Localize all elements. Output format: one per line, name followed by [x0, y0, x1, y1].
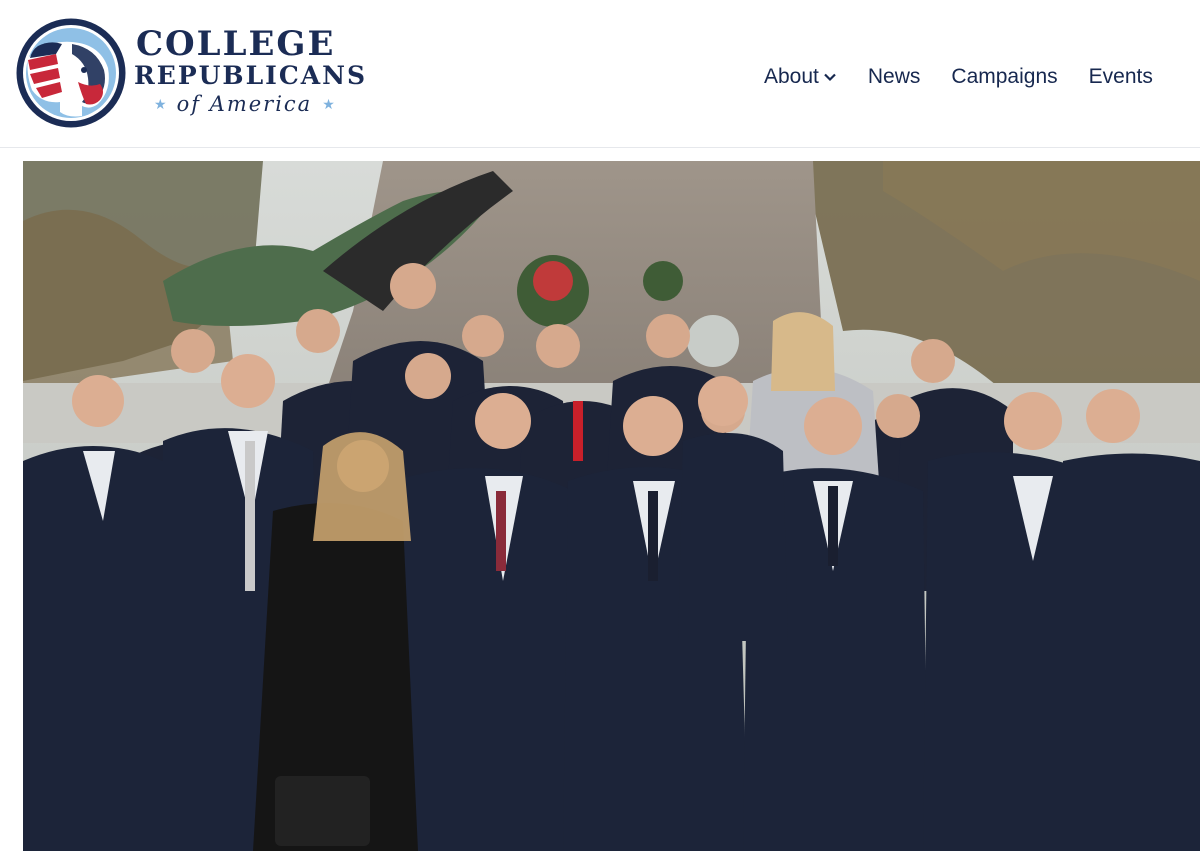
elephant-logo-icon: [16, 18, 126, 128]
main-nav: About News Campaigns Events: [764, 62, 1153, 92]
star-icon: ★: [322, 96, 335, 112]
site-logo[interactable]: COLLEGE REPUBLICANS ★ of America ★: [16, 18, 376, 130]
site-header: COLLEGE REPUBLICANS ★ of America ★ About…: [0, 0, 1200, 148]
hero-photo: [23, 161, 1200, 851]
nav-news[interactable]: News: [868, 62, 921, 92]
chevron-down-icon: [824, 73, 836, 82]
logo-line-republicans: REPUBLICANS: [134, 61, 368, 90]
nav-about[interactable]: About: [764, 62, 837, 92]
group-photo-illustration: [23, 161, 1200, 851]
logo-line-of-america: ★ of America ★: [154, 92, 354, 116]
logo-line-college: COLLEGE: [136, 24, 336, 64]
nav-campaigns[interactable]: Campaigns: [951, 62, 1057, 92]
star-icon: ★: [154, 96, 167, 112]
nav-about-label: About: [764, 65, 819, 88]
nav-events[interactable]: Events: [1089, 62, 1153, 92]
logo-tagline: of America: [176, 92, 313, 116]
